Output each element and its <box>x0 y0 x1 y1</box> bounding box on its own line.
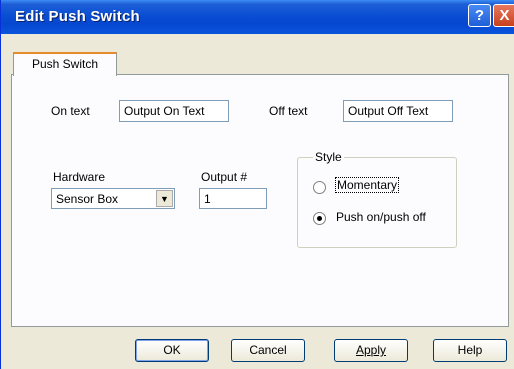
style-group-legend: Style <box>313 150 344 164</box>
on-text-field[interactable]: Output On Text <box>119 100 229 122</box>
output-label: Output # <box>201 170 248 184</box>
cancel-button[interactable]: Cancel <box>231 339 305 362</box>
radio-push-on-push-off[interactable] <box>313 212 326 225</box>
hardware-selected-value: Sensor Box <box>56 192 119 206</box>
help-icon[interactable]: ? <box>468 4 491 27</box>
output-number-field[interactable]: 1 <box>199 188 267 209</box>
ok-button[interactable]: OK <box>135 339 209 362</box>
hardware-label: Hardware <box>53 170 106 184</box>
style-groupbox <box>297 157 457 248</box>
hardware-select[interactable]: Sensor Box ▼ <box>51 188 175 209</box>
title-bar[interactable]: Edit Push Switch ? X <box>1 0 514 34</box>
off-text-label: Off text <box>269 104 308 118</box>
dialog-window: Edit Push Switch ? X Push Switch On text… <box>0 0 514 369</box>
radio-momentary[interactable] <box>313 181 326 194</box>
tab-push-switch[interactable]: Push Switch <box>13 52 117 76</box>
window-title: Edit Push Switch <box>15 8 140 25</box>
close-icon[interactable]: X <box>493 4 514 27</box>
chevron-down-icon[interactable]: ▼ <box>156 190 173 207</box>
off-text-field[interactable]: Output Off Text <box>343 100 453 122</box>
on-text-label: On text <box>51 104 90 118</box>
radio-momentary-label[interactable]: Momentary <box>335 177 400 193</box>
radio-push-on-push-off-label[interactable]: Push on/push off <box>336 210 426 224</box>
help-button[interactable]: Help <box>433 339 507 362</box>
apply-button[interactable]: Apply <box>334 339 408 362</box>
